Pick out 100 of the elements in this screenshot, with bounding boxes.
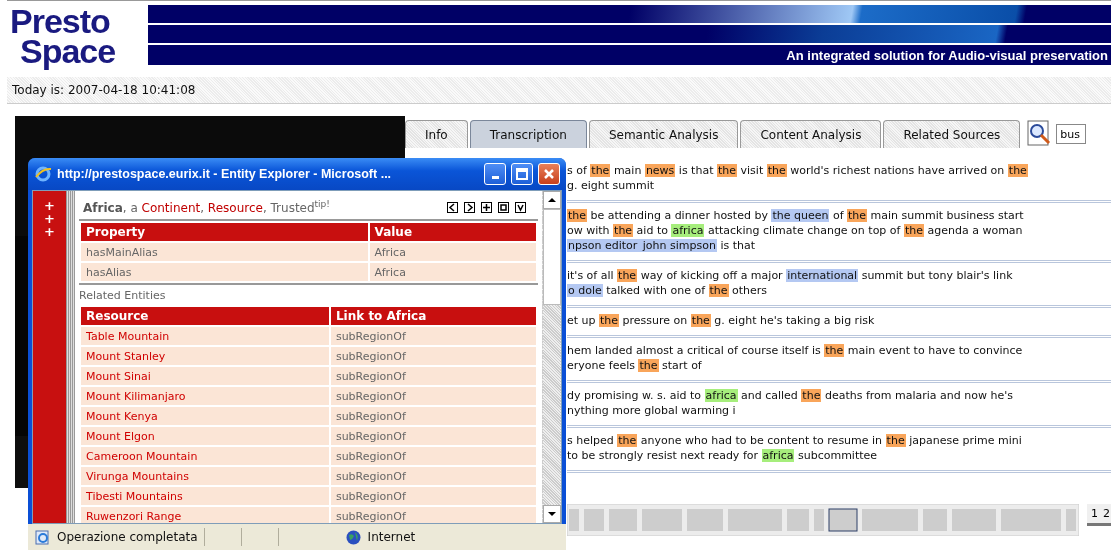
minimize-button[interactable] bbox=[484, 163, 506, 185]
highlighted-term[interactable]: the bbox=[638, 359, 659, 372]
highlighted-term[interactable]: the bbox=[599, 314, 620, 327]
highlighted-term[interactable]: the bbox=[690, 314, 711, 327]
transcript-text: subcommittee bbox=[796, 449, 878, 462]
highlighted-term[interactable]: john simpson bbox=[641, 239, 717, 252]
status-text: Operazione completata bbox=[57, 530, 198, 544]
table-cell: subRegionOf bbox=[330, 507, 536, 523]
transcript-text: attacking climate change on top of bbox=[706, 224, 902, 237]
transcript-text: s helped bbox=[567, 434, 615, 447]
square-icon[interactable] bbox=[498, 201, 509, 213]
scrollbar[interactable] bbox=[542, 191, 561, 523]
transcript-text: eryone feels bbox=[567, 359, 636, 372]
table-cell: subRegionOf bbox=[330, 487, 536, 505]
up-arrow-icon[interactable] bbox=[547, 195, 557, 205]
transcript-text: et up bbox=[567, 314, 597, 327]
transcript-text: world's richest nations have arrived on bbox=[789, 164, 1006, 177]
highlighted-term[interactable]: the bbox=[613, 224, 634, 237]
highlighted-term[interactable]: the bbox=[903, 224, 924, 237]
highlighted-term[interactable]: the bbox=[567, 209, 588, 222]
table-cell: hasMainAlias bbox=[81, 243, 368, 261]
page-link[interactable]: 1 bbox=[1091, 507, 1098, 520]
tab[interactable]: Semantic Analysis bbox=[588, 120, 739, 148]
next-icon[interactable] bbox=[464, 201, 475, 213]
table-cell: subRegionOf bbox=[330, 447, 536, 465]
expand-button[interactable]: + bbox=[44, 212, 55, 225]
highlighted-term[interactable]: the bbox=[801, 389, 822, 402]
highlighted-term[interactable]: the bbox=[847, 209, 868, 222]
expand-button[interactable]: + bbox=[44, 225, 55, 238]
entity-link[interactable]: Mount Elgon bbox=[81, 427, 329, 445]
transcript-text: anyone who had to be content to resume in bbox=[639, 434, 884, 447]
highlighted-term[interactable]: the bbox=[885, 434, 906, 447]
transcript-text: hem landed almost a critical of course itself is bbox=[567, 344, 822, 357]
table-cell: subRegionOf bbox=[330, 327, 536, 345]
highlighted-term[interactable]: news bbox=[644, 164, 676, 177]
highlighted-term[interactable]: the bbox=[766, 164, 787, 177]
page-icon bbox=[34, 528, 51, 546]
entity-link[interactable]: Virunga Mountains bbox=[81, 467, 329, 485]
transcript-text: is that bbox=[719, 239, 756, 252]
highlighted-term[interactable]: africa bbox=[671, 224, 705, 237]
entity-link[interactable]: Mount Sinai bbox=[81, 367, 329, 385]
table-cell: hasAlias bbox=[81, 263, 368, 281]
maximize-button[interactable] bbox=[511, 163, 533, 185]
highlighted-term[interactable]: the queen bbox=[771, 209, 830, 222]
search-icon[interactable] bbox=[1026, 120, 1053, 146]
page-link[interactable]: 2 bbox=[1103, 507, 1110, 520]
highlighted-term[interactable]: africa bbox=[761, 449, 795, 462]
type-link[interactable]: Resource bbox=[207, 201, 263, 215]
highlighted-term[interactable]: npson editor bbox=[567, 239, 642, 252]
entity-link[interactable]: Cameroon Mountain bbox=[81, 447, 329, 465]
tab[interactable]: Content Analysis bbox=[740, 120, 882, 148]
date-text: Today is: 2007-04-18 10:41:08 bbox=[12, 83, 196, 97]
table-cell: subRegionOf bbox=[330, 427, 536, 445]
transcript-text: of bbox=[831, 209, 845, 222]
transcript-text: deaths from malaria and now he's bbox=[823, 389, 1013, 402]
transcript-text: it's of all bbox=[567, 269, 615, 282]
plus-icon[interactable] bbox=[481, 201, 492, 213]
highlighted-term[interactable]: o dole bbox=[567, 284, 603, 297]
column-header: Value bbox=[369, 223, 536, 241]
entity-link[interactable]: Mount Kenya bbox=[81, 407, 329, 425]
table-cell: subRegionOf bbox=[330, 387, 536, 405]
transcript-text: main event to have to convince bbox=[846, 344, 1023, 357]
previous-icon[interactable] bbox=[447, 201, 458, 213]
highlighted-term[interactable]: the bbox=[617, 269, 638, 282]
table-cell: Africa bbox=[369, 243, 536, 261]
tab[interactable]: Related Sources bbox=[883, 120, 1021, 148]
entity-link[interactable]: Table Mountain bbox=[81, 327, 329, 345]
table-cell: Africa bbox=[369, 263, 536, 281]
table-cell: subRegionOf bbox=[330, 347, 536, 365]
entity-link[interactable]: Mount Kilimanjaro bbox=[81, 387, 329, 405]
transcript-text: main summit business start bbox=[869, 209, 1024, 222]
transcript-text: g. eight summit bbox=[567, 179, 655, 192]
transcript-text: ow with bbox=[567, 224, 611, 237]
highlighted-term[interactable]: the bbox=[590, 164, 611, 177]
highlighted-term[interactable]: africa bbox=[704, 389, 738, 402]
globe-icon bbox=[344, 528, 362, 546]
transcript-text: way of kicking off a major bbox=[639, 269, 784, 282]
transcript-text: agenda a woman bbox=[926, 224, 1023, 237]
highlighted-term[interactable]: the bbox=[824, 344, 845, 357]
transcript-text: summit but tony blair's link bbox=[860, 269, 1013, 282]
tagline: An integrated solution for Audio-visual preservation bbox=[786, 47, 1109, 63]
entity-link[interactable]: Tibesti Mountains bbox=[81, 487, 329, 505]
logo: Presto Space bbox=[9, 3, 117, 69]
highlighted-term[interactable]: the bbox=[716, 164, 738, 177]
highlighted-term[interactable]: the bbox=[617, 434, 638, 447]
entity-link[interactable]: Mount Stanley bbox=[81, 347, 329, 365]
search-field[interactable]: bus bbox=[1056, 124, 1087, 144]
transcript-text: start of bbox=[661, 359, 702, 372]
tab[interactable]: Info bbox=[405, 120, 468, 148]
tab[interactable]: Transcription bbox=[469, 120, 587, 148]
close-button[interactable] bbox=[538, 163, 560, 185]
down-arrow-icon[interactable] bbox=[547, 509, 557, 519]
entity-link[interactable]: Ruwenzori Range bbox=[81, 507, 329, 523]
transcript-text: be attending a dinner hosted by bbox=[589, 209, 769, 222]
highlighted-term[interactable]: the bbox=[708, 284, 729, 297]
down-icon[interactable] bbox=[515, 201, 526, 213]
highlighted-term[interactable]: the bbox=[1007, 164, 1028, 177]
table-cell: subRegionOf bbox=[330, 467, 536, 485]
highlighted-term[interactable]: international bbox=[786, 269, 859, 282]
expand-button[interactable]: + bbox=[44, 199, 55, 212]
